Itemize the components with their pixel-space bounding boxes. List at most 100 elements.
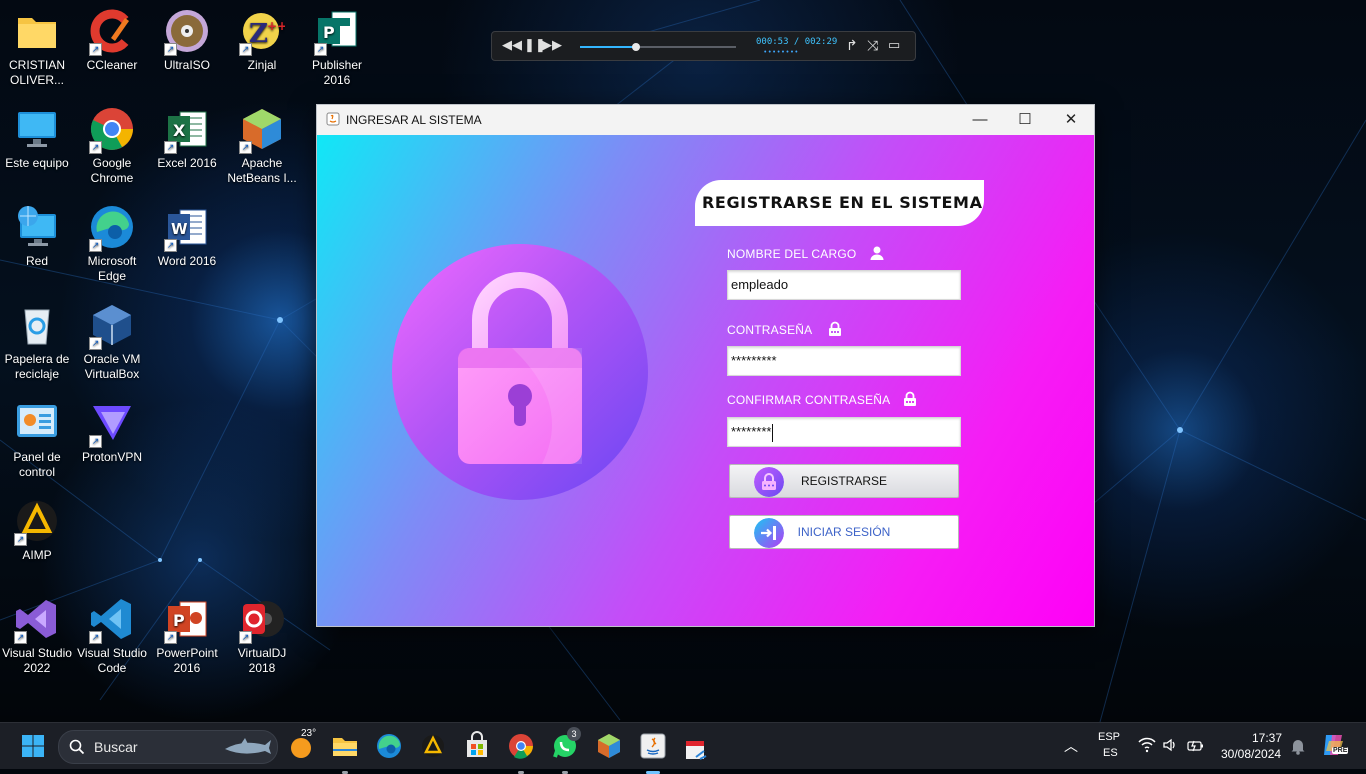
- clock-date[interactable]: 30/08/2024: [1221, 747, 1281, 761]
- desktop-icon-visual-studio[interactable]: ↗ Visual Studio 2022: [0, 588, 74, 676]
- desktop-icon-aimp[interactable]: ↗ AIMP: [0, 490, 74, 563]
- shortcut-arrow-icon: ↗: [14, 631, 27, 644]
- taskbar-file-explorer[interactable]: [330, 731, 360, 774]
- vscode-icon: ↗: [89, 596, 135, 644]
- desktop-icon-folder[interactable]: CRISTIAN OLIVER...: [0, 0, 74, 88]
- fast-forward-icon[interactable]: ▶▶: [542, 38, 562, 52]
- playlist-icon[interactable]: ▭: [888, 38, 900, 52]
- java-app-icon: [326, 112, 340, 126]
- search-icon: [69, 739, 85, 755]
- close-button[interactable]: ✕: [1048, 105, 1094, 135]
- shark-search-highlight-icon: [225, 738, 271, 754]
- desktop-icon-label: UltraISO: [163, 58, 210, 72]
- desktop-icon-virtualbox[interactable]: ↗ Oracle VM VirtualBox: [75, 294, 149, 382]
- desktop-icon-control-panel[interactable]: Panel de control: [0, 392, 74, 480]
- virtualbox-icon: ↗: [89, 302, 135, 350]
- shortcut-arrow-icon: ↗: [89, 239, 102, 252]
- keyboard-layout[interactable]: ES: [1103, 747, 1118, 759]
- register-lock-icon: [754, 467, 784, 497]
- chevron-up-icon[interactable]: ︿: [1064, 736, 1078, 756]
- confirm-password-input-value: ********: [731, 424, 772, 439]
- desktop-icon-virtualdj[interactable]: ↗ VirtualDJ 2018: [225, 588, 299, 676]
- rewind-icon[interactable]: ◀◀: [502, 38, 522, 52]
- microsoft-store-icon[interactable]: [462, 731, 492, 761]
- desktop-icon-label: Excel 2016: [157, 156, 217, 170]
- maximize-button[interactable]: ☐: [1002, 105, 1048, 135]
- register-button-label: REGISTRARSE: [800, 474, 887, 488]
- seek-bar-progress: [580, 46, 637, 48]
- desktop-icon-zinjal[interactable]: Z ++ ↗ Zinjal: [225, 0, 299, 73]
- svg-text:X: X: [173, 121, 186, 140]
- desktop-icon-netbeans[interactable]: ↗ Apache NetBeans I...: [225, 98, 299, 186]
- taskbar-chrome[interactable]: [506, 731, 536, 774]
- word-icon: W ↗: [164, 204, 210, 252]
- shuffle-icon[interactable]: ⤨: [867, 38, 878, 52]
- desktop-icon-protonvpn[interactable]: ↗ ProtonVPN: [75, 392, 149, 465]
- windows-start-icon[interactable]: [18, 731, 48, 761]
- clock-time[interactable]: 17:37: [1252, 731, 1282, 745]
- desktop-icon-excel[interactable]: X ↗ Excel 2016: [150, 98, 224, 171]
- seek-bar-handle[interactable]: [632, 43, 641, 51]
- recycle-bin-icon: [14, 302, 60, 348]
- desktop-icon-recycle-bin[interactable]: Papelera de reciclaje: [0, 294, 74, 382]
- shortcut-arrow-icon: ↗: [89, 631, 102, 644]
- java-icon: [640, 733, 666, 759]
- aimp-icon[interactable]: [418, 731, 448, 761]
- desktop-icon-ccleaner[interactable]: ↗ CCleaner: [75, 0, 149, 73]
- playback-time: 000:53 / 002:29: [756, 37, 838, 47]
- powerpoint-icon: P ↗: [164, 596, 210, 644]
- edge-icon[interactable]: [374, 731, 404, 761]
- desktop-icon-network[interactable]: Red: [0, 196, 74, 269]
- taskbar-whatsapp[interactable]: 3: [550, 727, 581, 774]
- desktop-icon-label: Word 2016: [157, 254, 217, 268]
- shortcut-arrow-icon: ↗: [89, 141, 102, 154]
- snipping-tool-icon[interactable]: [682, 735, 712, 765]
- lock-icon: [829, 321, 841, 336]
- lock-icon: [904, 391, 916, 406]
- svg-text:P: P: [323, 23, 335, 42]
- visual-studio-icon: ↗: [14, 596, 60, 644]
- shortcut-arrow-icon: ↗: [164, 141, 177, 154]
- virtualdj-icon: ↗: [239, 596, 285, 644]
- desktop-icon-label: Visual Studio 2022: [2, 646, 72, 675]
- register-button[interactable]: REGISTRARSE: [729, 464, 959, 498]
- padlock-icon: [458, 272, 582, 464]
- desktop-icon-chrome[interactable]: ↗ Google Chrome: [75, 98, 149, 186]
- battery-charging-icon[interactable]: [1186, 737, 1204, 753]
- ultraiso-icon: ↗: [164, 8, 210, 56]
- desktop-icon-word[interactable]: W ↗ Word 2016: [150, 196, 224, 269]
- login-button[interactable]: INICIAR SESIÓN: [729, 515, 959, 549]
- copilot-button[interactable]: PRE: [1320, 731, 1349, 759]
- desktop-icon-powerpoint[interactable]: P ↗ PowerPoint 2016: [150, 588, 224, 676]
- desktop-icon-vscode[interactable]: ↗ Visual Studio Code: [75, 588, 149, 676]
- desktop-icon-label: Este equipo: [5, 156, 69, 170]
- repeat-icon[interactable]: ↱: [846, 38, 858, 52]
- shortcut-arrow-icon: ↗: [164, 239, 177, 252]
- register-title: REGISTRARSE EN EL SISTEMA: [702, 193, 983, 212]
- weather-widget[interactable]: 23°: [288, 728, 318, 761]
- desktop-icon-edge[interactable]: ↗ Microsoft Edge: [75, 196, 149, 284]
- netbeans-icon[interactable]: [594, 731, 624, 761]
- confirm-password-input[interactable]: ********: [727, 417, 961, 447]
- user-icon: [870, 246, 884, 260]
- desktop-icon-ultraiso[interactable]: ↗ UltraISO: [150, 0, 224, 73]
- language-code[interactable]: ESP: [1098, 731, 1120, 743]
- desktop-icon-computer[interactable]: Este equipo: [0, 98, 74, 171]
- taskbar-search[interactable]: Buscar: [58, 730, 278, 764]
- svg-text:P: P: [173, 611, 185, 630]
- cargo-input[interactable]: empleado: [727, 270, 961, 300]
- notification-bell-icon[interactable]: [1290, 737, 1306, 755]
- window-content: REGISTRARSE EN EL SISTEMA NOMBRE DEL CAR…: [317, 135, 1094, 626]
- wifi-icon[interactable]: [1138, 737, 1156, 753]
- seek-bar[interactable]: [580, 43, 736, 51]
- media-mini-player: ◀◀ ❚❚ ▶▶ 000:53 / 002:29 •••••••• ↱ ⤨ ▭: [491, 31, 916, 61]
- taskbar-java-app[interactable]: [638, 731, 668, 774]
- window-titlebar[interactable]: INGRESAR AL SISTEMA — ☐ ✕: [317, 105, 1094, 135]
- password-input[interactable]: *********: [727, 346, 961, 376]
- minimize-button[interactable]: —: [957, 105, 1003, 135]
- login-button-label: INICIAR SESIÓN: [797, 525, 891, 539]
- folder-icon: [14, 8, 60, 54]
- shortcut-arrow-icon: ↗: [239, 141, 252, 154]
- volume-icon[interactable]: [1162, 737, 1178, 753]
- desktop-icon-publisher[interactable]: P ↗ Publisher 2016: [300, 0, 374, 88]
